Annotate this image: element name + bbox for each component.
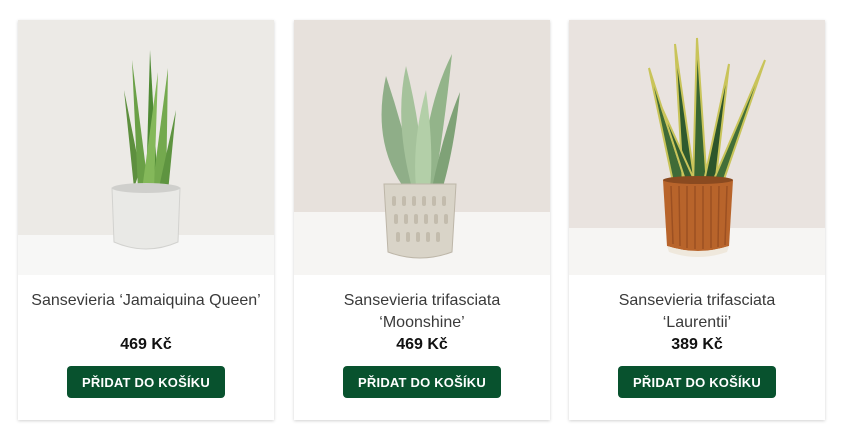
product-name[interactable]: Sansevieria ‘Jamaiquina Queen’: [24, 290, 268, 312]
product-image-jamaiquina-queen[interactable]: [18, 20, 274, 275]
product-price: 469 Kč: [120, 336, 172, 353]
product-name-line2: ‘Laurentii’: [662, 314, 732, 331]
product-image-moonshine[interactable]: [294, 20, 550, 275]
product-name-line1: Sansevieria trifasciata: [343, 292, 501, 309]
product-card-laurentii[interactable]: Sansevieria trifasciata ‘Laurentii’ 389 …: [569, 20, 825, 420]
product-image-laurentii[interactable]: [569, 20, 825, 275]
add-to-cart-button[interactable]: PŘIDAT DO KOŠÍKU: [343, 366, 501, 398]
product-price: 469 Kč: [396, 336, 448, 353]
product-name-line2: ‘Moonshine’: [379, 314, 465, 331]
product-name[interactable]: Sansevieria trifasciata ‘Laurentii’: [575, 290, 819, 334]
product-card-jamaiquina-queen[interactable]: Sansevieria ‘Jamaiquina Queen’ 469 Kč PŘ…: [18, 20, 274, 420]
plant-photo: [294, 20, 550, 275]
plant-photo: [18, 20, 274, 275]
product-name[interactable]: Sansevieria trifasciata ‘Moonshine’: [300, 290, 544, 334]
product-card-moonshine[interactable]: Sansevieria trifasciata ‘Moonshine’ 469 …: [294, 20, 550, 420]
product-price: 389 Kč: [671, 336, 723, 353]
product-name-line1: Sansevieria ‘Jamaiquina Queen’: [31, 292, 261, 309]
product-name-line1: Sansevieria trifasciata: [618, 292, 776, 309]
plant-photo: [569, 20, 825, 275]
add-to-cart-button[interactable]: PŘIDAT DO KOŠÍKU: [67, 366, 225, 398]
add-to-cart-button[interactable]: PŘIDAT DO KOŠÍKU: [618, 366, 776, 398]
